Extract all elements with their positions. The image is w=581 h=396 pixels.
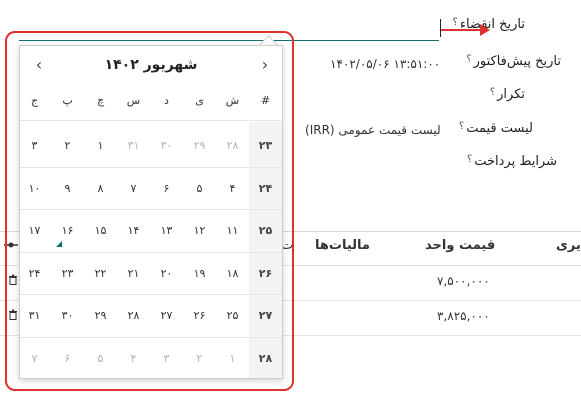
help-icon[interactable]: ؟ (453, 17, 458, 28)
column-header-unit-price[interactable]: قیمت واحد (425, 238, 495, 253)
column-header-partial: یری (556, 238, 581, 253)
pricelist-label: لیست قیمت؟ (458, 121, 533, 136)
quotation-date-label: تاریخ پیش‌فاکتور؟ (466, 54, 561, 69)
help-icon[interactable]: ؟ (467, 154, 472, 165)
quotation-date-value[interactable]: ۱۴۰۲/۰۵/۰۶ ۱۳:۵۱:۰۰ (330, 57, 440, 71)
column-header-taxes[interactable]: مالیات‌ها (315, 238, 370, 253)
payment-terms-label: شرایط پرداخت؟ (466, 154, 557, 169)
help-icon[interactable]: ؟ (490, 87, 495, 98)
recurrence-label: تکرار؟ (489, 87, 525, 102)
table-row-unit-price[interactable]: ۳,۸۲۵,۰۰۰ (437, 309, 490, 323)
pricelist-value[interactable]: لیست قیمت عمومی (IRR) (305, 123, 441, 137)
text-cursor (440, 19, 441, 37)
annotation-arrow (441, 29, 481, 31)
annotation-highlight-box (5, 31, 294, 391)
help-icon[interactable]: ؟ (459, 121, 464, 132)
table-row-unit-price[interactable]: ۷,۵۰۰,۰۰۰ (437, 274, 490, 288)
help-icon[interactable]: ؟ (466, 54, 471, 65)
annotation-arrow-head (480, 24, 490, 36)
